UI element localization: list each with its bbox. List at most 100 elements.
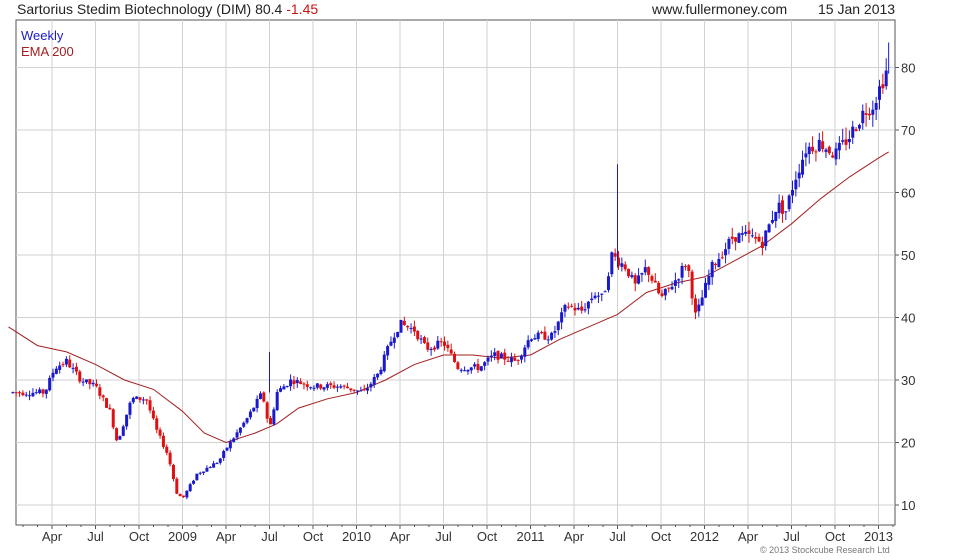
candle-down-body xyxy=(693,298,697,313)
x-tick-label: Jul xyxy=(783,529,800,544)
candle-down-body xyxy=(68,359,72,368)
candle-up-body xyxy=(322,387,326,390)
candle-up-body xyxy=(81,381,85,383)
candle-down-body xyxy=(182,495,186,497)
candle-up-body xyxy=(188,484,192,492)
candle-down-body xyxy=(827,146,831,154)
candle-up-body xyxy=(356,390,360,392)
candle-up-body xyxy=(553,331,557,333)
candle-down-body xyxy=(446,344,450,349)
candle-up-body xyxy=(704,282,708,298)
candle-down-body xyxy=(747,230,751,234)
candle-up-body xyxy=(392,337,396,343)
x-tick-label: Jul xyxy=(87,529,104,544)
candle-up-body xyxy=(359,390,363,392)
candle-up-body xyxy=(225,447,229,451)
candle-down-body xyxy=(342,385,346,387)
candle-down-body xyxy=(88,379,92,385)
candle-down-body xyxy=(61,364,65,366)
candle-up-body xyxy=(841,140,845,142)
candle-up-body xyxy=(135,396,139,399)
candle-down-body xyxy=(854,129,858,131)
candle-up-body xyxy=(697,304,701,312)
candle-up-body xyxy=(192,480,196,484)
candle-down-body xyxy=(412,326,416,332)
candle-up-body xyxy=(222,450,226,458)
candle-up-body xyxy=(777,202,781,214)
plot-area xyxy=(15,19,896,526)
candle-up-body xyxy=(794,179,798,190)
candle-up-body xyxy=(750,235,754,237)
candle-down-body xyxy=(881,84,885,89)
candle-down-body xyxy=(178,494,182,497)
candle-up-body xyxy=(54,368,58,374)
candle-up-body xyxy=(218,458,222,463)
candle-down-body xyxy=(573,307,577,311)
candle-up-body xyxy=(11,392,15,394)
candle-down-body xyxy=(844,139,848,145)
candle-up-body xyxy=(386,346,390,356)
candle-up-body xyxy=(38,389,42,393)
candle-up-body xyxy=(469,367,473,371)
candle-up-body xyxy=(366,388,370,391)
candle-down-body xyxy=(416,330,420,340)
candle-down-body xyxy=(476,363,480,370)
candle-up-body xyxy=(51,372,55,378)
y-tick-label: 40 xyxy=(901,311,915,326)
candle-down-body xyxy=(402,320,406,326)
candle-down-body xyxy=(867,113,871,116)
candle-down-body xyxy=(690,271,694,299)
candle-down-body xyxy=(21,392,25,396)
candle-up-body xyxy=(861,110,865,124)
candle-down-body xyxy=(138,397,142,400)
candle-up-body xyxy=(128,402,132,415)
candle-up-body xyxy=(459,369,463,371)
candle-down-body xyxy=(570,305,574,307)
legend-weekly: Weekly xyxy=(21,28,64,43)
candle-down-body xyxy=(623,264,627,270)
candle-up-body xyxy=(710,261,714,278)
candle-down-body xyxy=(74,366,78,372)
candle-up-body xyxy=(804,153,808,158)
candle-up-body xyxy=(817,139,821,152)
candle-down-body xyxy=(449,349,453,354)
candle-down-body xyxy=(362,389,366,391)
candle-down-body xyxy=(439,341,443,343)
candle-up-body xyxy=(874,103,878,110)
candle-down-body xyxy=(151,410,155,419)
candle-up-body xyxy=(339,386,343,388)
candle-down-body xyxy=(730,236,734,239)
candle-down-body xyxy=(503,352,507,360)
x-tick-label: Oct xyxy=(825,529,846,544)
candle-down-body xyxy=(443,341,447,346)
candle-up-body xyxy=(24,394,28,396)
x-tick-label: Apr xyxy=(738,529,759,544)
candle-up-body xyxy=(248,411,252,418)
candle-down-body xyxy=(627,268,631,277)
candle-up-body xyxy=(389,341,393,346)
candle-down-body xyxy=(78,371,82,382)
candle-down-body xyxy=(653,280,657,283)
candle-up-body xyxy=(489,355,493,358)
candle-down-body xyxy=(349,388,353,391)
candle-up-body xyxy=(258,393,262,400)
candle-up-body xyxy=(824,149,828,152)
candle-up-body xyxy=(707,275,711,285)
candle-up-body xyxy=(807,146,811,155)
candle-up-body xyxy=(603,291,607,293)
candle-down-body xyxy=(580,306,584,311)
y-tick-label: 80 xyxy=(901,61,915,76)
candle-up-body xyxy=(509,357,513,363)
legend-ema-200: EMA 200 xyxy=(21,44,74,59)
candle-up-body xyxy=(536,332,540,339)
candle-down-body xyxy=(453,353,457,362)
candle-down-body xyxy=(657,282,661,294)
candle-up-body xyxy=(466,369,470,372)
candle-down-body xyxy=(516,359,520,361)
candle-down-body xyxy=(305,384,309,387)
candle-up-body xyxy=(125,414,129,427)
candle-down-body xyxy=(540,332,544,334)
candle-down-body xyxy=(660,293,664,296)
candle-up-body xyxy=(215,463,219,465)
candle-up-body xyxy=(34,392,38,394)
